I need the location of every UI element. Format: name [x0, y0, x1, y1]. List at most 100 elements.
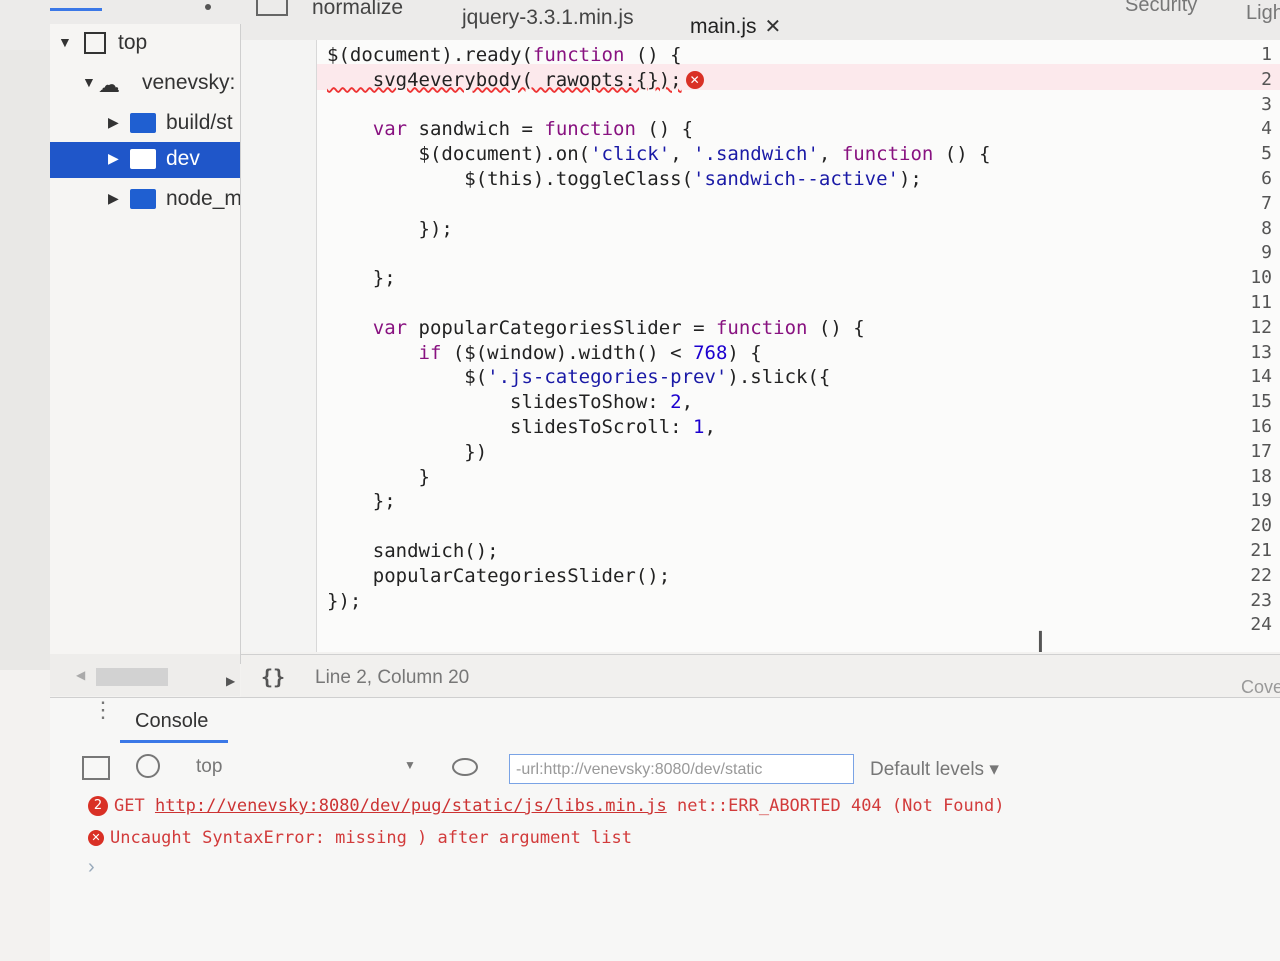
code-line[interactable]: } — [327, 466, 430, 488]
code-line[interactable]: var popularCategoriesSlider = function (… — [327, 317, 865, 339]
line-number[interactable]: 5 — [1212, 143, 1272, 164]
code-line[interactable]: popularCategoriesSlider(); — [327, 565, 670, 587]
sidebar-toggle-icon[interactable] — [82, 756, 110, 780]
chevron-right-icon[interactable]: ▶ — [108, 190, 119, 207]
code-line[interactable]: slidesToScroll: 1, — [327, 416, 716, 438]
code-line[interactable]: }); — [327, 590, 361, 612]
syntax-error-text: Uncaught SyntaxError: missing ) after ar… — [110, 828, 632, 848]
line-number[interactable]: 24 — [1212, 614, 1272, 635]
chevron-down-icon[interactable]: ▼ — [82, 74, 96, 90]
code-line[interactable]: $('.js-categories-prev').slick({ — [327, 366, 830, 388]
log-levels-dropdown[interactable]: Default levels ▾ — [870, 758, 999, 781]
eye-icon[interactable] — [452, 758, 478, 776]
code-line[interactable]: var sandwich = function () { — [327, 118, 693, 140]
line-number[interactable]: 13 — [1212, 342, 1272, 363]
sources-tab-underline — [50, 8, 102, 11]
request-error: net::ERR_ABORTED 404 (Not Found) — [676, 796, 1005, 816]
tab-main-js[interactable]: main.js ✕ — [679, 14, 802, 61]
scroll-left-icon[interactable]: ◀ — [76, 668, 85, 682]
navigator-scrollbar[interactable]: ◀ ▶ — [50, 654, 240, 696]
line-number[interactable]: 21 — [1212, 540, 1272, 561]
line-number[interactable]: 16 — [1212, 416, 1272, 437]
console-filter-input[interactable]: -url:http://venevsky:8080/dev/static — [509, 754, 854, 784]
request-method: GET — [114, 796, 145, 816]
toggle-navigator-icon[interactable] — [256, 0, 288, 16]
line-number[interactable]: 9 — [1212, 242, 1272, 263]
line-number[interactable]: 11 — [1212, 292, 1272, 313]
chevron-down-icon[interactable]: ▼ — [58, 34, 72, 50]
context-selector[interactable]: top — [196, 756, 222, 778]
line-number[interactable]: 7 — [1212, 193, 1272, 214]
error-count-badge: 2 — [88, 796, 108, 816]
line-number[interactable]: 12 — [1212, 317, 1272, 338]
error-icon[interactable]: ✕ — [685, 71, 704, 90]
line-number[interactable]: 1 — [1212, 44, 1272, 65]
code-line[interactable]: }; — [327, 490, 396, 512]
cursor-position: Line 2, Column 20 — [315, 667, 470, 688]
console-drawer: ⋮ Console top ▼ -url:http://venevsky:808… — [50, 697, 1280, 961]
line-number[interactable]: 20 — [1212, 515, 1272, 536]
drawer-menu-icon[interactable]: ⋮ — [92, 699, 114, 721]
console-tab-underline — [120, 740, 228, 743]
console-error-404: 2 GET http://venevsky:8080/dev/pug/static… — [88, 796, 1004, 816]
clear-console-icon[interactable] — [136, 754, 160, 778]
line-number[interactable]: 18 — [1212, 466, 1272, 487]
line-number[interactable]: 2 — [1212, 69, 1272, 90]
line-number[interactable]: 17 — [1212, 441, 1272, 462]
line-number[interactable]: 6 — [1212, 168, 1272, 189]
folder-icon — [130, 113, 156, 133]
pretty-print-button[interactable]: {} — [261, 665, 285, 689]
nav-item-build[interactable]: ▶ build/st — [50, 106, 240, 142]
line-number[interactable]: 15 — [1212, 391, 1272, 412]
chevron-down-icon[interactable]: ▼ — [404, 758, 416, 772]
code-editor[interactable]: 1 2 3 4 5 6 7 8 9 10 11 12 13 14 15 16 17 18 19 20 21 22 23 24 … — [241, 40, 1280, 652]
line-number[interactable]: 3 — [1212, 94, 1272, 115]
code-line-text: svg4everybody( rawopts:{}); — [327, 68, 682, 91]
chevron-right-icon[interactable]: ▶ — [108, 150, 119, 167]
nav-item-label: dev — [166, 147, 200, 170]
line-number[interactable]: 8 — [1212, 218, 1272, 239]
panel-tab-lighthouse[interactable]: Ligh — [1246, 2, 1280, 25]
coverage-label: Cove — [1241, 677, 1280, 697]
scroll-right-icon[interactable]: ▶ — [226, 674, 235, 688]
code-line[interactable]: slidesToShow: 2, — [327, 391, 693, 413]
text-cursor-icon: I — [1036, 626, 1045, 652]
console-prompt[interactable]: › — [88, 856, 95, 879]
more-icon[interactable] — [205, 4, 211, 10]
code-line[interactable]: svg4everybody( rawopts:{}); ✕ — [327, 69, 704, 91]
tab-jquery[interactable]: jquery-3.3.1.min.js — [462, 6, 634, 30]
nav-item-origin[interactable]: ▼ ☁ venevsky: — [50, 66, 240, 102]
panel-tab-security[interactable]: Security — [1125, 0, 1197, 17]
line-number[interactable]: 23 — [1212, 590, 1272, 611]
chevron-right-icon[interactable]: ▶ — [108, 114, 119, 131]
code-line[interactable]: $(document).on('click', '.sandwich', fun… — [327, 143, 991, 165]
code-line[interactable]: $(document).ready(function () { — [327, 44, 682, 66]
code-line[interactable]: }; — [327, 267, 396, 289]
code-line[interactable]: if ($(window).width() < 768) { — [327, 342, 762, 364]
tab-normalize[interactable]: normalize — [312, 0, 403, 20]
nav-item-node-modules[interactable]: ▶ node_m — [50, 182, 240, 218]
nav-item-label: top — [118, 31, 148, 54]
nav-item-top[interactable]: ▼ top — [50, 26, 240, 62]
code-line[interactable]: }); — [327, 218, 453, 240]
status-bar: {} Line 2, Column 20 Cove — [241, 654, 1280, 697]
folder-icon — [130, 189, 156, 209]
left-margin — [0, 50, 50, 670]
line-number[interactable]: 14 — [1212, 366, 1272, 387]
code-line[interactable]: }) — [327, 441, 487, 463]
line-number[interactable]: 22 — [1212, 565, 1272, 586]
line-number[interactable]: 4 — [1212, 118, 1272, 139]
scroll-thumb[interactable] — [96, 668, 168, 686]
close-icon[interactable]: ✕ — [765, 16, 782, 38]
file-navigator: ▼ top ▼ ☁ venevsky: ▶ build/st ▶ dev ▶ n… — [50, 24, 241, 664]
code-line[interactable]: $(this).toggleClass('sandwich--active'); — [327, 168, 922, 190]
error-icon: ✕ — [88, 830, 104, 846]
line-number[interactable]: 10 — [1212, 267, 1272, 288]
request-url-link[interactable]: http://venevsky:8080/dev/pug/static/js/l… — [155, 796, 667, 816]
line-number-gutter — [241, 40, 317, 652]
code-line[interactable]: sandwich(); — [327, 540, 499, 562]
tab-console[interactable]: Console — [135, 710, 208, 733]
line-number[interactable]: 19 — [1212, 490, 1272, 511]
nav-item-dev[interactable]: ▶ dev — [50, 142, 240, 178]
tab-main-js-label: main.js — [690, 15, 757, 38]
